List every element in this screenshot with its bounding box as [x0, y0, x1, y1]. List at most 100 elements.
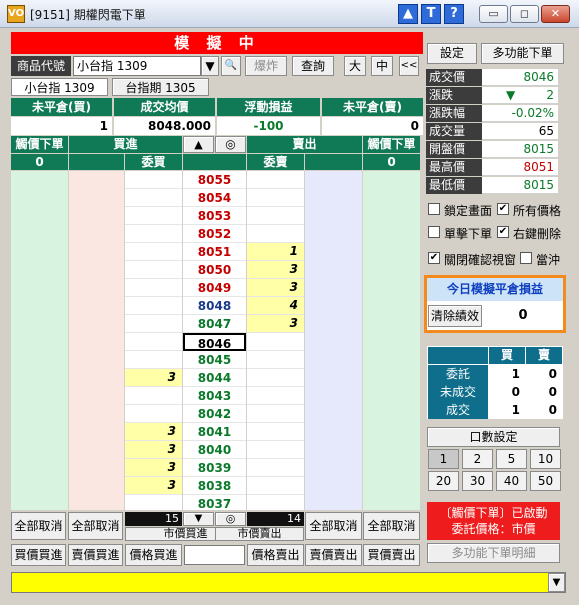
bid-qty-cell[interactable]	[125, 297, 182, 315]
price-cell: 8051	[183, 243, 246, 261]
multi-order-detail-button[interactable]: 多功能下單明細	[427, 543, 560, 563]
bid-qty-column[interactable]: 33333	[125, 171, 182, 513]
ask-qty-cell[interactable]	[247, 477, 304, 495]
ask-qty-cell[interactable]	[247, 333, 304, 351]
cancel-all-buy-button[interactable]: 全部取消	[68, 512, 123, 540]
bid-qty-cell[interactable]	[125, 333, 182, 351]
explode-button[interactable]: 爆炸	[245, 56, 287, 76]
collapse-button[interactable]: <<	[399, 56, 419, 76]
sell-at-price-button[interactable]: 價格賣出	[247, 544, 304, 566]
tab-mini-taiex[interactable]: 小台指 1309	[11, 78, 108, 96]
bid-qty-cell[interactable]	[125, 207, 182, 225]
ask-qty-cell[interactable]	[247, 459, 304, 477]
text-icon[interactable]: T	[421, 4, 441, 24]
sell-at-ask-button[interactable]: 賣價賣出	[305, 544, 362, 566]
qty-button-50[interactable]: 50	[530, 471, 561, 491]
scroll-down-icon[interactable]: ▼	[183, 512, 214, 526]
ask-qty-cell[interactable]: 1	[247, 243, 304, 261]
maximize-button[interactable]: ◻	[510, 5, 539, 23]
center-icon[interactable]: ◎	[215, 512, 246, 526]
bid-qty-cell[interactable]: 3	[125, 369, 182, 387]
close-button[interactable]: ✕	[541, 5, 570, 23]
ask-qty-cell[interactable]	[247, 387, 304, 405]
product-input[interactable]: 小台指 1309	[73, 56, 201, 76]
ask-qty-cell[interactable]	[247, 171, 304, 189]
qty-button-40[interactable]: 40	[496, 471, 527, 491]
ask-qty-cell[interactable]	[247, 207, 304, 225]
settings-button[interactable]: 設定	[427, 43, 477, 64]
qty-button-2[interactable]: 2	[462, 449, 493, 469]
ask-qty-cell[interactable]: 3	[247, 279, 304, 297]
cancel-all-trigger-buy-button[interactable]: 全部取消	[11, 512, 66, 540]
clear-performance-button[interactable]: 清除績效	[428, 305, 482, 327]
center-price-icon[interactable]: ◎	[215, 136, 246, 153]
sell-column[interactable]	[305, 171, 362, 510]
ask-qty-cell[interactable]: 3	[247, 261, 304, 279]
buy-at-ask-button[interactable]: 賣價買進	[68, 544, 123, 566]
bid-qty-cell[interactable]	[125, 171, 182, 189]
bid-qty-cell[interactable]	[125, 495, 182, 513]
qty-button-30[interactable]: 30	[462, 471, 493, 491]
bid-qty-cell[interactable]	[125, 225, 182, 243]
cancel-all-trigger-sell-button[interactable]: 全部取消	[363, 512, 420, 540]
multi-order-button[interactable]: 多功能下單	[481, 43, 564, 64]
cancel-all-sell-button[interactable]: 全部取消	[305, 512, 362, 540]
help-icon[interactable]: ?	[444, 4, 464, 24]
option-checkbox[interactable]	[428, 203, 440, 215]
tab-taiex-futures[interactable]: 台指期 1305	[112, 78, 209, 96]
bid-qty-cell[interactable]	[125, 315, 182, 333]
ask-qty-column[interactable]: 13343	[247, 171, 304, 513]
ask-qty-cell[interactable]	[247, 441, 304, 459]
pnl-value: 0	[518, 308, 528, 323]
ask-qty-cell[interactable]: 3	[247, 315, 304, 333]
ask-qty-cell[interactable]	[247, 405, 304, 423]
option-checkbox[interactable]: ✔	[497, 226, 509, 238]
trigger-sell-column[interactable]	[363, 171, 420, 510]
trigger-buy-column[interactable]	[11, 171, 68, 510]
qty-button-10[interactable]: 10	[530, 449, 561, 469]
qty-setting-button[interactable]: 口數設定	[427, 427, 560, 447]
message-dropdown-icon[interactable]: ▼	[548, 573, 565, 592]
ask-qty-cell[interactable]	[247, 225, 304, 243]
scroll-up-icon[interactable]: ▲	[183, 136, 214, 153]
qty-button-1[interactable]: 1	[428, 449, 459, 469]
ask-qty-cell[interactable]	[247, 423, 304, 441]
bid-qty-cell[interactable]: 3	[125, 441, 182, 459]
bid-qty-cell[interactable]	[125, 261, 182, 279]
option-checkbox[interactable]	[428, 226, 440, 238]
bid-qty-cell[interactable]	[125, 189, 182, 207]
bid-qty-cell[interactable]	[125, 351, 182, 369]
bid-qty-cell[interactable]: 3	[125, 477, 182, 495]
ask-qty-cell[interactable]: 4	[247, 297, 304, 315]
market-sell-button[interactable]: 市價賣出	[215, 527, 304, 541]
option-checkbox[interactable]	[520, 252, 532, 264]
minimize-button[interactable]: ▭	[479, 5, 508, 23]
sell-at-bid-button[interactable]: 買價賣出	[363, 544, 420, 566]
bid-qty-cell[interactable]	[125, 387, 182, 405]
buy-at-bid-button[interactable]: 買價買進	[11, 544, 66, 566]
price-input[interactable]	[184, 545, 245, 565]
bid-qty-cell[interactable]: 3	[125, 459, 182, 477]
size-large-button[interactable]: 大	[344, 56, 366, 76]
query-button[interactable]: 查詢	[292, 56, 334, 76]
up-help-icon[interactable]: ▲	[398, 4, 418, 24]
qty-button-20[interactable]: 20	[428, 471, 459, 491]
qty-button-5[interactable]: 5	[496, 449, 527, 469]
ask-qty-cell[interactable]	[247, 369, 304, 387]
quote-value: -0.02%	[482, 105, 558, 122]
buy-column[interactable]	[69, 171, 124, 510]
ask-qty-cell[interactable]	[247, 189, 304, 207]
bid-qty-cell[interactable]	[125, 405, 182, 423]
bid-qty-cell[interactable]	[125, 279, 182, 297]
option-checkbox[interactable]: ✔	[497, 203, 509, 215]
buy-at-price-button[interactable]: 價格買進	[125, 544, 182, 566]
bid-qty-cell[interactable]	[125, 243, 182, 261]
product-dropdown-icon[interactable]: ▼	[201, 56, 219, 76]
message-bar[interactable]	[11, 572, 566, 593]
size-medium-button[interactable]: 中	[371, 56, 393, 76]
ask-qty-cell[interactable]	[247, 495, 304, 513]
option-checkbox[interactable]: ✔	[428, 252, 440, 264]
bid-qty-cell[interactable]: 3	[125, 423, 182, 441]
search-icon[interactable]: 🔍	[221, 56, 241, 76]
ask-qty-cell[interactable]	[247, 351, 304, 369]
